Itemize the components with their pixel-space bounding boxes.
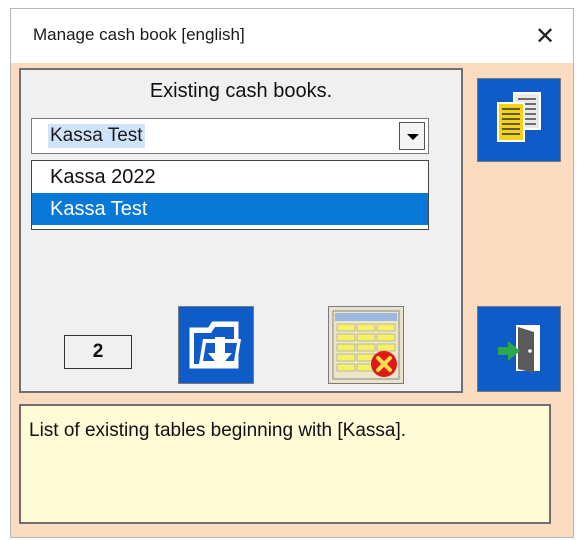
title-bar: Manage cash book [english] ✕ xyxy=(11,9,573,63)
window-title: Manage cash book [english] xyxy=(33,25,245,44)
import-button[interactable] xyxy=(178,306,254,384)
cash-book-count: 2 xyxy=(64,335,132,369)
delete-button[interactable] xyxy=(328,306,404,384)
cash-book-dropdown-list: Kassa 2022 Kassa Test xyxy=(31,160,429,230)
chevron-down-icon[interactable] xyxy=(399,122,425,150)
folder-download-icon xyxy=(179,307,253,383)
delete-table-icon xyxy=(329,307,403,383)
dropdown-option-selected[interactable]: Kassa Test xyxy=(32,193,428,225)
combo-selected-value: Kassa Test xyxy=(48,124,145,148)
copy-button[interactable] xyxy=(477,78,561,162)
info-message: List of existing tables beginning with [… xyxy=(29,420,407,441)
copy-documents-icon xyxy=(478,79,560,161)
close-icon: ✕ xyxy=(534,23,556,50)
exit-button[interactable] xyxy=(477,306,561,392)
exit-door-icon xyxy=(478,307,560,391)
cash-book-combobox[interactable]: Kassa Test xyxy=(31,118,429,154)
close-button[interactable]: ✕ xyxy=(525,17,565,57)
info-panel: List of existing tables beginning with [… xyxy=(19,404,551,524)
group-label: Existing cash books. xyxy=(149,80,333,102)
dropdown-option[interactable]: Kassa 2022 xyxy=(32,161,428,193)
